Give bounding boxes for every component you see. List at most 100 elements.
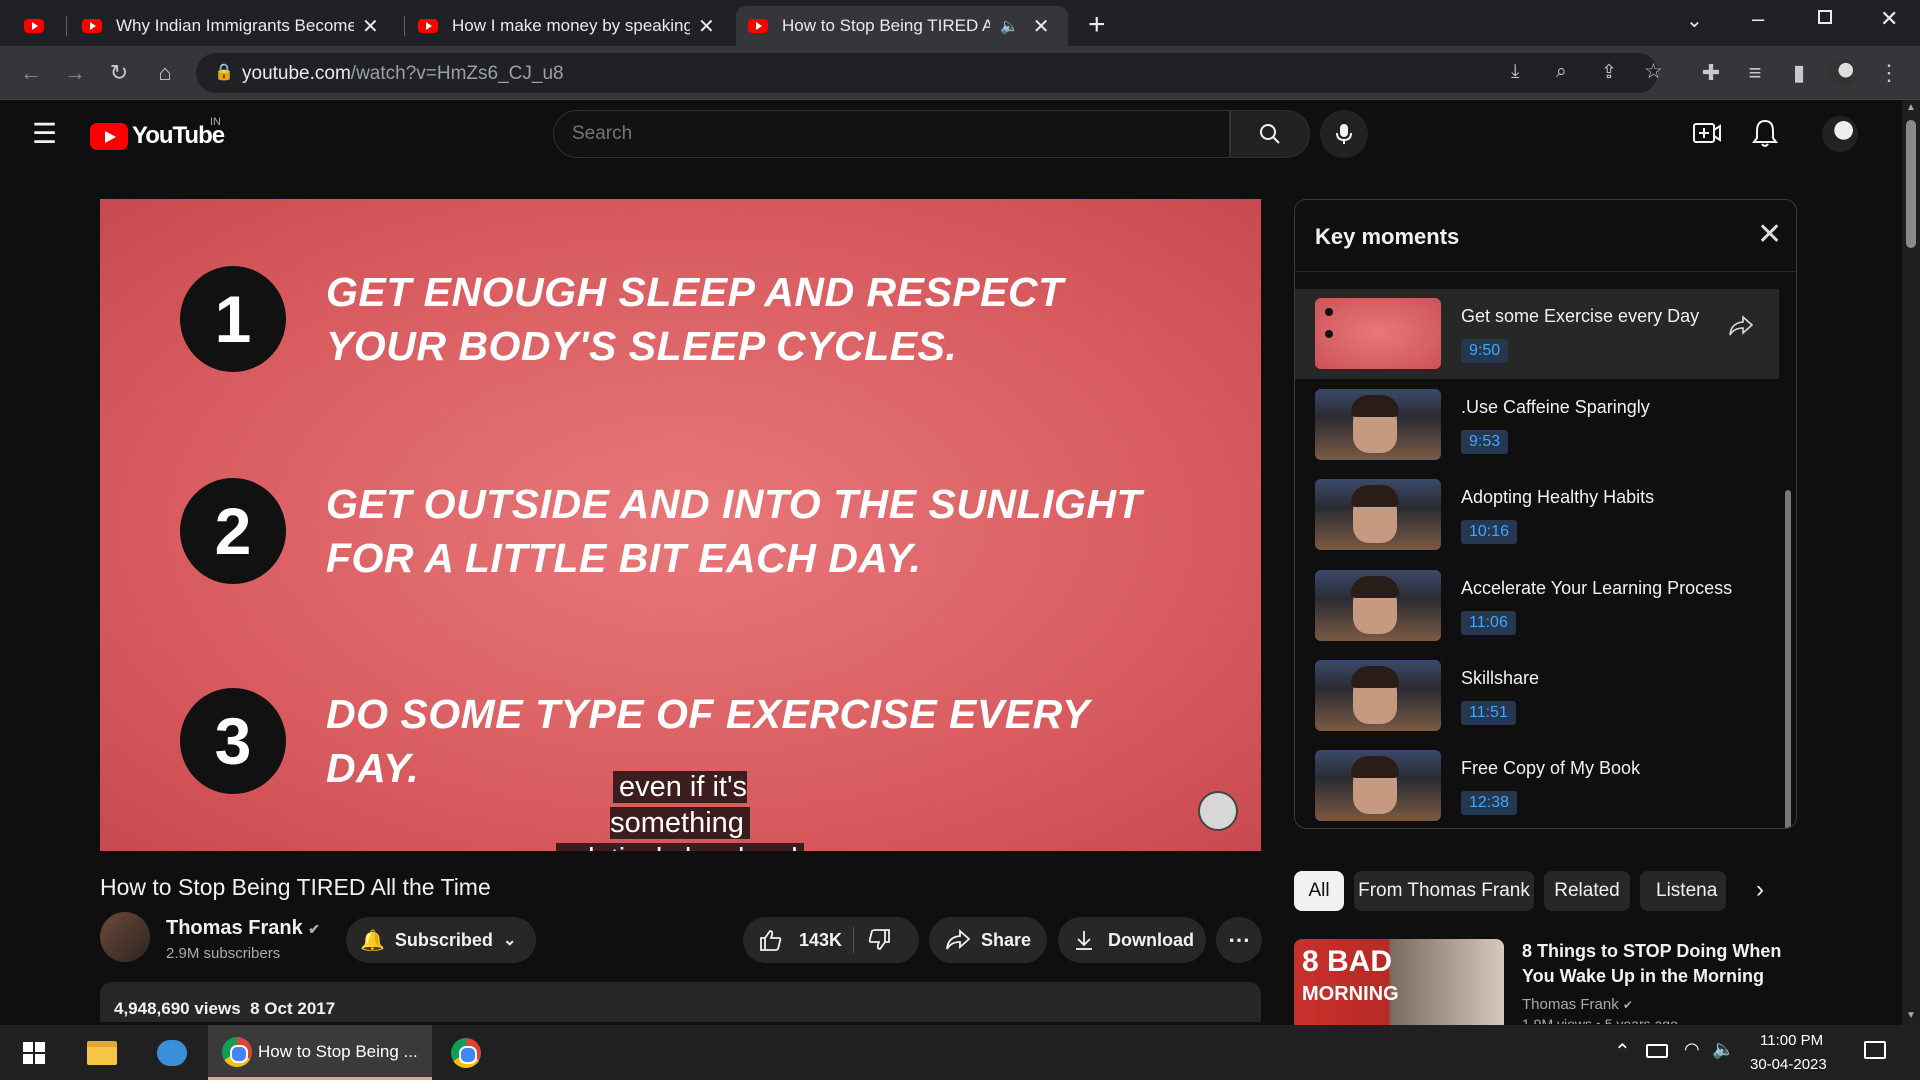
scroll-down-icon[interactable]: ▼ [1906, 1010, 1916, 1021]
search-button[interactable] [1230, 110, 1310, 158]
create-video-icon[interactable] [1692, 120, 1722, 151]
tab-search-chevron-icon[interactable]: ⌄ [1686, 8, 1703, 33]
scroll-up-icon[interactable]: ▲ [1906, 102, 1916, 113]
close-icon[interactable]: ✕ [1033, 14, 1050, 39]
close-icon[interactable]: ✕ [1757, 220, 1782, 250]
url-host: youtube.com [242, 63, 351, 84]
tab-how-to-stop-being-tired[interactable]: How to Stop Being TIRED All 🔈 ✕ [736, 6, 1068, 46]
chip-all[interactable]: All [1294, 871, 1344, 911]
pinned-tab-youtube[interactable] [24, 6, 44, 46]
tab-how-i-make-money[interactable]: How I make money by speaking ✕ [406, 6, 734, 46]
chip-listenable[interactable]: Listena [1640, 871, 1726, 911]
channel-name[interactable]: Thomas Frank ✔ [166, 917, 320, 940]
youtube-favicon-icon [82, 19, 102, 33]
key-moment-timestamp[interactable]: 10:16 [1461, 520, 1518, 544]
related-video-channel[interactable]: Thomas Frank ✔ [1522, 996, 1633, 1013]
related-video-title[interactable]: 8 Things to STOP Doing When You Wake Up … [1522, 939, 1792, 989]
speaker-icon[interactable]: 🔈 [1000, 17, 1019, 35]
system-tray-chevron-icon[interactable]: ⌃ [1614, 1039, 1631, 1064]
key-moment-timestamp[interactable]: 12:38 [1461, 791, 1518, 815]
page-scrollbar-thumb[interactable] [1906, 120, 1916, 248]
description-box[interactable]: 4,948,690 views 8 Oct 2017 [100, 982, 1261, 1022]
key-moment-item[interactable]: Get some Exercise every Day 9:50 [1295, 289, 1779, 379]
mail-icon[interactable] [152, 1033, 192, 1073]
page-scrollbar[interactable]: ▲ ▼ [1902, 100, 1920, 1025]
thumbnail-text: 8 BAD [1302, 945, 1393, 978]
key-moment-item[interactable]: .Use Caffeine Sparingly 9:53 [1295, 380, 1779, 470]
bell-icon: 🔔 [360, 929, 385, 952]
key-moment-label: Skillshare [1461, 668, 1540, 688]
chip-from-thomas-frank[interactable]: From Thomas Frank [1354, 871, 1534, 911]
thumb-hair [1351, 485, 1399, 507]
taskbar-chrome-active-window[interactable]: How to Stop Being ... [208, 1025, 432, 1080]
upload-date: 8 Oct 2017 [250, 999, 336, 1018]
more-actions-button[interactable]: ⋯ [1216, 917, 1262, 963]
close-icon[interactable]: ✕ [698, 14, 715, 39]
clock-date[interactable]: 30-04-2023 [1750, 1056, 1827, 1073]
key-moment-timestamp[interactable]: 9:53 [1461, 430, 1509, 454]
tab-title: How I make money by speaking [452, 16, 690, 35]
share-button[interactable]: Share [929, 917, 1047, 963]
forward-arrow-icon[interactable]: → [58, 56, 92, 90]
notification-center-icon[interactable] [1864, 1041, 1886, 1059]
channel-watermark[interactable] [1198, 791, 1238, 831]
search-box[interactable] [553, 110, 1230, 158]
key-moment-item[interactable]: Skillshare 11:51 [1295, 651, 1779, 741]
clock-time[interactable]: 11:00 PM [1760, 1032, 1823, 1049]
key-moment-timestamp[interactable]: 9:50 [1461, 339, 1509, 363]
restore-icon[interactable] [1818, 10, 1832, 24]
subscribed-button[interactable]: 🔔 Subscribed ⌄ [346, 917, 536, 963]
key-moments-scrollbar[interactable] [1785, 490, 1791, 828]
extensions-icon[interactable]: ✚ [1694, 56, 1728, 90]
windows-start-icon[interactable] [14, 1033, 54, 1073]
hamburger-menu-icon[interactable]: ☰ [32, 120, 57, 148]
zoom-icon[interactable]: ⌕ [1556, 61, 1567, 83]
media-controls-icon[interactable]: ≡ [1738, 56, 1772, 90]
chip-related[interactable]: Related [1544, 871, 1630, 911]
install-app-icon[interactable]: ⤓ [1511, 61, 1519, 83]
home-icon[interactable]: ⌂ [148, 56, 182, 90]
dislike-button[interactable] [867, 928, 891, 957]
close-icon[interactable]: ✕ [362, 14, 379, 39]
channel-avatar[interactable] [100, 912, 150, 962]
download-button[interactable]: Download [1058, 917, 1206, 963]
chrome-second-profile-icon[interactable] [446, 1033, 486, 1073]
chevron-right-icon[interactable]: › [1756, 876, 1764, 904]
minimize-icon[interactable]: – [1752, 6, 1764, 32]
back-arrow-icon[interactable]: ← [14, 56, 48, 90]
reload-icon[interactable]: ↻ [102, 56, 136, 90]
url-text[interactable]: youtube.com/watch?v=HmZs6_CJ_u8 [242, 63, 564, 85]
address-bar[interactable]: 🔒 youtube.com/watch?v=HmZs6_CJ_u8 ⤓ ⌕ ⇪ … [196, 53, 1663, 93]
key-moment-timestamp[interactable]: 11:51 [1461, 701, 1516, 725]
browser-toolbar: ← → ↻ ⌂ 🔒 youtube.com/watch?v=HmZs6_CJ_u… [0, 46, 1920, 100]
share-page-icon[interactable]: ⇪ [1601, 61, 1617, 84]
thumb-hair [1351, 666, 1399, 688]
step-number: 2 [180, 478, 286, 584]
notifications-bell-icon[interactable] [1752, 118, 1778, 153]
like-button[interactable]: 143K [743, 917, 853, 963]
key-moment-item[interactable]: Accelerate Your Learning Process 11:06 [1295, 561, 1779, 651]
tab-why-indian-immigrants[interactable]: Why Indian Immigrants Become ✕ [70, 6, 398, 46]
search-icon [1260, 124, 1280, 144]
key-moment-item[interactable]: Adopting Healthy Habits 10:16 [1295, 470, 1779, 560]
side-panel-icon[interactable]: ▮ [1782, 56, 1816, 90]
key-moment-timestamp[interactable]: 11:06 [1461, 611, 1516, 635]
youtube-logo[interactable]: YouTube [90, 122, 225, 150]
key-moment-item[interactable]: Free Copy of My Book 12:38 [1295, 741, 1779, 828]
new-tab-icon[interactable]: + [1088, 8, 1106, 42]
video-player[interactable]: 1 Get enough sleep and respect your body… [100, 199, 1261, 851]
related-video-thumbnail[interactable]: 8 BAD MORNING [1294, 939, 1504, 1031]
window-close-icon[interactable]: ✕ [1880, 6, 1898, 32]
volume-icon[interactable]: 🔈 [1712, 1039, 1734, 1060]
voice-search-button[interactable] [1320, 110, 1368, 158]
lock-icon[interactable]: 🔒 [214, 62, 234, 82]
battery-icon[interactable] [1646, 1044, 1668, 1058]
bookmark-star-icon[interactable]: ☆ [1644, 59, 1663, 84]
file-explorer-icon[interactable] [82, 1033, 122, 1073]
share-icon[interactable] [1727, 315, 1755, 342]
search-input[interactable] [572, 123, 1172, 145]
account-avatar[interactable] [1822, 116, 1858, 152]
wifi-icon[interactable]: ◠ [1684, 1039, 1700, 1060]
menu-kebab-icon[interactable]: ⋮ [1872, 56, 1906, 90]
profile-avatar-icon[interactable] [1826, 56, 1860, 90]
